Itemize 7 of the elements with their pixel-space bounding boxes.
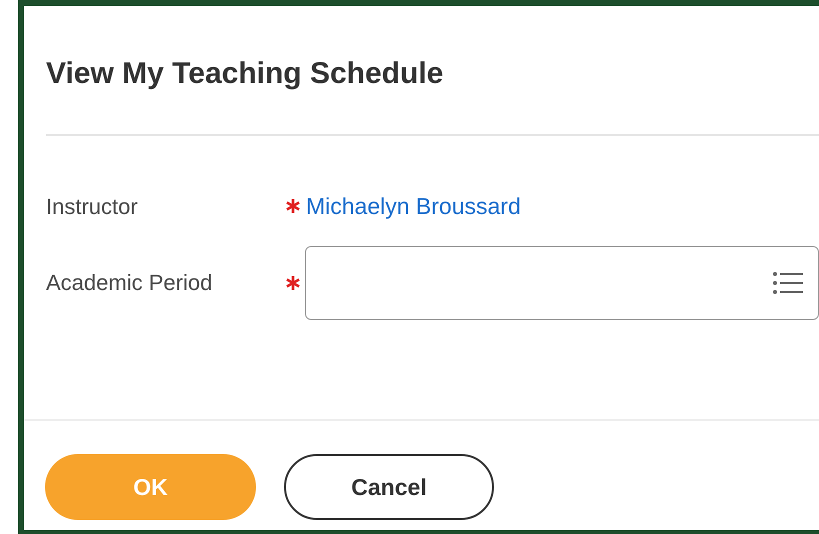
field-label: Instructor [46,192,139,221]
field-label: Academic Period [46,269,214,297]
prompt-field[interactable] [305,246,819,320]
list-icon[interactable] [772,270,804,296]
cancel-button[interactable]: Cancel [284,454,494,520]
instructor-link[interactable]: Michaelyn Broussard [306,189,521,224]
dialog-title: View My Teaching Schedule [46,56,444,92]
